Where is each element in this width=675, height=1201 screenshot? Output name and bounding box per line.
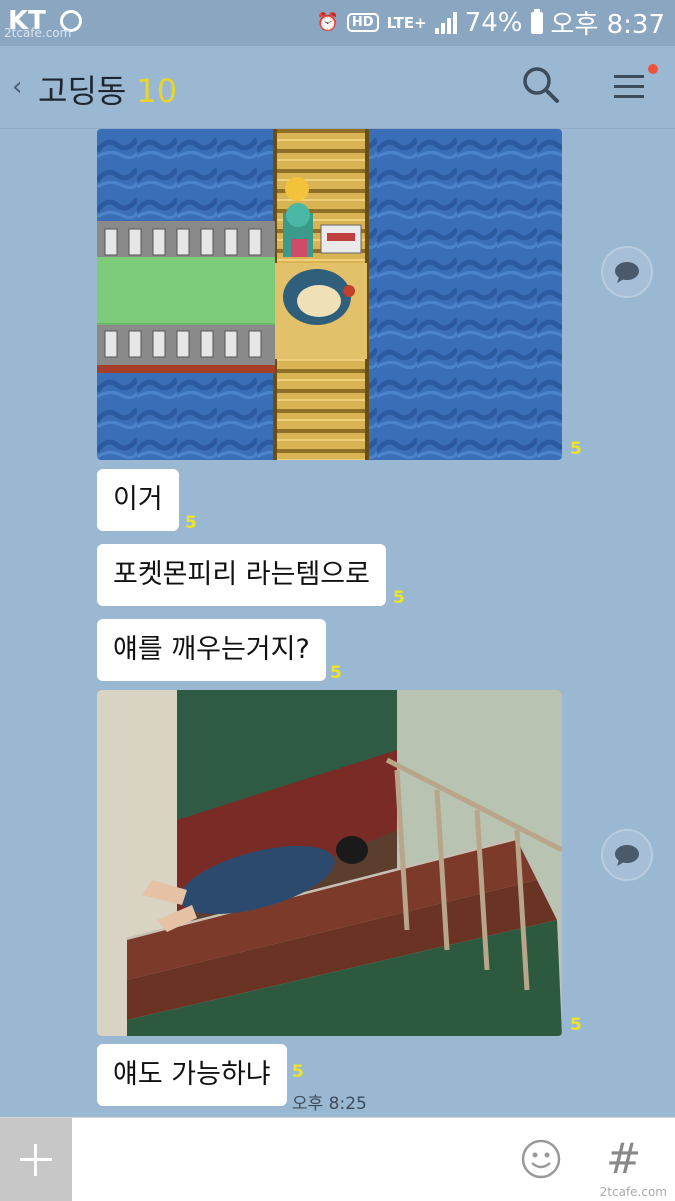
hd-voice-icon: HD <box>346 13 379 32</box>
pokemon-game-screenshot[interactable] <box>97 129 562 460</box>
search-icon[interactable] <box>520 64 560 104</box>
message-input-bar[interactable]: # 2tcafe.com <box>0 1117 675 1201</box>
clock: 오후 8:37 <box>550 10 666 40</box>
chat-header: ‹ 고딩동 10 <box>0 46 675 129</box>
watermark-text: 2tcafe.com <box>4 26 72 40</box>
notification-dot <box>648 64 658 74</box>
message-bubble[interactable]: 포켓몬피리 라는템으로 <box>97 544 386 606</box>
battery-icon <box>530 8 543 34</box>
unread-count: 5 <box>570 439 582 459</box>
staircase-photo[interactable] <box>97 690 562 1036</box>
staircase-image <box>97 690 562 1036</box>
hamburger-menu-icon[interactable] <box>612 68 648 104</box>
unread-count: 5 <box>292 1062 304 1082</box>
share-icon[interactable] <box>601 829 653 881</box>
share-icon[interactable] <box>601 246 653 298</box>
message-bubble[interactable]: 얘를 깨우는거지? <box>97 619 326 681</box>
chat-messages[interactable]: 5 이거 5 포켓몬피리 라는템으로 5 얘를 깨우는거지? 5 5 얘도 가능… <box>0 129 675 1117</box>
pokemon-game-image <box>97 129 562 460</box>
watermark-text: 2tcafe.com <box>599 1185 667 1199</box>
unread-count: 5 <box>393 588 405 608</box>
status-icons: ⏰ HD LTE+ 74% 오후 8:37 <box>316 4 665 41</box>
unread-count: 5 <box>185 513 197 533</box>
unread-count: 5 <box>330 663 342 683</box>
unread-count: 5 <box>570 1015 582 1035</box>
network-type: LTE+ <box>386 13 427 32</box>
message-time: 오후 8:25 <box>292 1094 367 1114</box>
alarm-icon: ⏰ <box>316 12 339 33</box>
hash-icon[interactable]: # <box>606 1134 641 1183</box>
signal-icon <box>434 11 457 34</box>
status-bar: KT 2tcafe.com ⏰ HD LTE+ 74% 오후 8:37 <box>0 0 675 46</box>
battery-percent: 74% <box>464 7 523 38</box>
chat-title: 고딩동 10 <box>38 66 177 112</box>
emoji-icon[interactable] <box>520 1138 562 1180</box>
message-bubble[interactable]: 이거 <box>97 469 179 531</box>
back-chevron-icon[interactable]: ‹ <box>12 72 22 102</box>
chat-room-name: 고딩동 <box>38 72 127 110</box>
message-bubble[interactable]: 얘도 가능하냐 <box>97 1044 287 1106</box>
plus-icon[interactable] <box>0 1118 72 1201</box>
member-count: 10 <box>136 72 178 110</box>
